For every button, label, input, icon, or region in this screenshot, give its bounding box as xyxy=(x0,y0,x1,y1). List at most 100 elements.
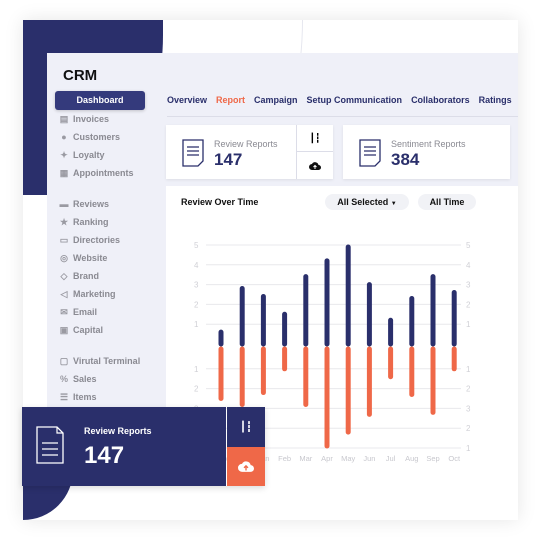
cloud-upload-icon xyxy=(309,161,321,170)
list-icon: ☰ xyxy=(59,391,69,402)
megaphone-icon: ◁ xyxy=(60,288,68,299)
y-tick-label: 5 xyxy=(194,241,199,250)
sidebar-item-label: Appointments xyxy=(73,168,134,178)
sidebar-item-label: Invoices xyxy=(73,114,110,124)
chart-button[interactable]: ┃┇ xyxy=(297,125,333,152)
card-value: 147 xyxy=(84,442,125,469)
y-tick-label: 1 xyxy=(194,365,199,374)
document-icon xyxy=(182,139,204,167)
y-tick-label: 2 xyxy=(466,385,471,394)
sidebar-item-label: Customers xyxy=(73,132,121,142)
sidebar-item-label: Items xyxy=(73,392,97,402)
x-tick-label: Aug xyxy=(405,454,418,463)
sidebar-item-loyalty[interactable]: ✦ Loyalty xyxy=(55,146,145,164)
bar-chart-icon: ┃┇ xyxy=(239,421,253,433)
sidebar-item-label: Sales xyxy=(73,374,97,384)
tag-icon: ◇ xyxy=(60,270,68,281)
x-tick-label: Oct xyxy=(448,454,461,463)
y-tick-label: 1 xyxy=(466,320,471,329)
y-tick-label: 1 xyxy=(466,365,471,374)
sidebar-item-label: Brand xyxy=(73,271,100,281)
y-tick-label: 1 xyxy=(466,444,471,453)
tab-setup-communication[interactable]: Setup Communication xyxy=(307,95,403,105)
upload-button[interactable] xyxy=(297,152,333,179)
sidebar-item-email[interactable]: ✉ Email xyxy=(55,303,145,321)
sidebar: Dashboard ▤ Invoices ● Customers ✦ Loyalty ▦ Ap… xyxy=(55,91,145,406)
sidebar-item-reviews[interactable]: ▬ Reviews xyxy=(55,195,145,213)
review-reports-card[interactable]: Review Reports 147 ┃┇ xyxy=(166,125,333,179)
calendar-icon: ▦ xyxy=(59,167,69,178)
sidebar-item-appointments[interactable]: ▦ Appointments xyxy=(55,164,145,182)
x-tick-label: Mar xyxy=(299,454,312,463)
card-value: 147 xyxy=(214,150,243,169)
star-icon: ★ xyxy=(59,216,69,227)
cloud-upload-icon xyxy=(238,461,254,472)
card-label: Review Reports xyxy=(214,139,278,149)
y-tick-label: 3 xyxy=(466,404,471,413)
sidebar-item-sales[interactable]: % Sales xyxy=(55,370,145,388)
card-label: Sentiment Reports xyxy=(391,139,466,149)
x-tick-label: Feb xyxy=(278,454,291,463)
y-tick-label: 1 xyxy=(194,320,199,329)
sidebar-item-brand[interactable]: ◇ Brand xyxy=(55,267,145,285)
review-reports-overlay-card[interactable]: Review Reports 147 ┃┇ xyxy=(22,407,265,486)
sidebar-item-website[interactable]: ◎ Website xyxy=(55,249,145,267)
sidebar-item-label: Virutal Terminal xyxy=(73,356,141,366)
tab-campaign[interactable]: Campaign xyxy=(254,95,298,105)
chart-button[interactable]: ┃┇ xyxy=(227,407,265,447)
percent-icon: % xyxy=(59,374,68,384)
sidebar-item-virutal-terminal[interactable]: ▢ Virutal Terminal xyxy=(55,352,145,370)
y-tick-label: 2 xyxy=(194,300,199,309)
tab-collaborators[interactable]: Collaborators xyxy=(411,95,470,105)
invoice-icon: ▤ xyxy=(59,113,69,124)
sidebar-item-ranking[interactable]: ★ Ranking xyxy=(55,213,145,231)
y-tick-label: 4 xyxy=(466,261,471,270)
tab-bar: Overview Report Campaign Setup Communicatio… xyxy=(167,95,512,105)
document-icon xyxy=(359,139,381,167)
sidebar-item-label: Reviews xyxy=(73,199,110,209)
y-tick-label: 2 xyxy=(466,424,471,433)
sidebar-item-label: Directories xyxy=(73,235,121,245)
app-title: CRM xyxy=(63,67,98,84)
x-tick-label: Jul xyxy=(386,454,396,463)
card-value: 384 xyxy=(391,150,420,169)
bar-chart-icon: ┃┇ xyxy=(309,132,321,143)
sidebar-item-invoices[interactable]: ▤ Invoices xyxy=(55,110,145,128)
tab-report[interactable]: Report xyxy=(216,95,245,105)
document-icon xyxy=(36,426,64,464)
divider xyxy=(167,116,518,117)
handshake-icon: ✦ xyxy=(60,149,68,160)
sidebar-item-capital[interactable]: ▣ Capital xyxy=(55,321,145,339)
terminal-icon: ▢ xyxy=(59,355,69,366)
money-icon: ▣ xyxy=(59,324,69,335)
x-tick-label: Apr xyxy=(321,454,333,463)
sidebar-item-label: Website xyxy=(73,253,108,263)
sidebar-item-marketing[interactable]: ◁ Marketing xyxy=(55,285,145,303)
y-tick-label: 3 xyxy=(194,281,199,290)
x-tick-label: Sep xyxy=(426,454,439,463)
sidebar-item-label: Capital xyxy=(73,325,104,335)
x-tick-label: Jun xyxy=(363,454,375,463)
user-icon: ● xyxy=(61,132,67,142)
sidebar-item-customers[interactable]: ● Customers xyxy=(55,128,145,146)
tab-ratings[interactable]: Ratings xyxy=(479,95,512,105)
tab-overview[interactable]: Overview xyxy=(167,95,207,105)
sidebar-item-label: Ranking xyxy=(73,217,109,227)
globe-icon: ◎ xyxy=(60,252,68,263)
y-tick-label: 4 xyxy=(194,261,199,270)
folder-icon: ▭ xyxy=(59,234,69,245)
envelope-icon: ✉ xyxy=(60,306,68,317)
sidebar-item-directories[interactable]: ▭ Directories xyxy=(55,231,145,249)
sidebar-item-items[interactable]: ☰ Items xyxy=(55,388,145,406)
comment-icon: ▬ xyxy=(59,199,69,209)
y-tick-label: 3 xyxy=(466,281,471,290)
sidebar-item-label: Email xyxy=(73,307,98,317)
y-tick-label: 5 xyxy=(466,241,471,250)
y-tick-label: 2 xyxy=(466,300,471,309)
sentiment-reports-card[interactable]: Sentiment Reports 384 xyxy=(343,125,510,179)
sidebar-item-dashboard[interactable]: Dashboard xyxy=(55,91,145,110)
upload-button[interactable] xyxy=(227,447,265,486)
sidebar-item-label: Loyalty xyxy=(73,150,105,160)
